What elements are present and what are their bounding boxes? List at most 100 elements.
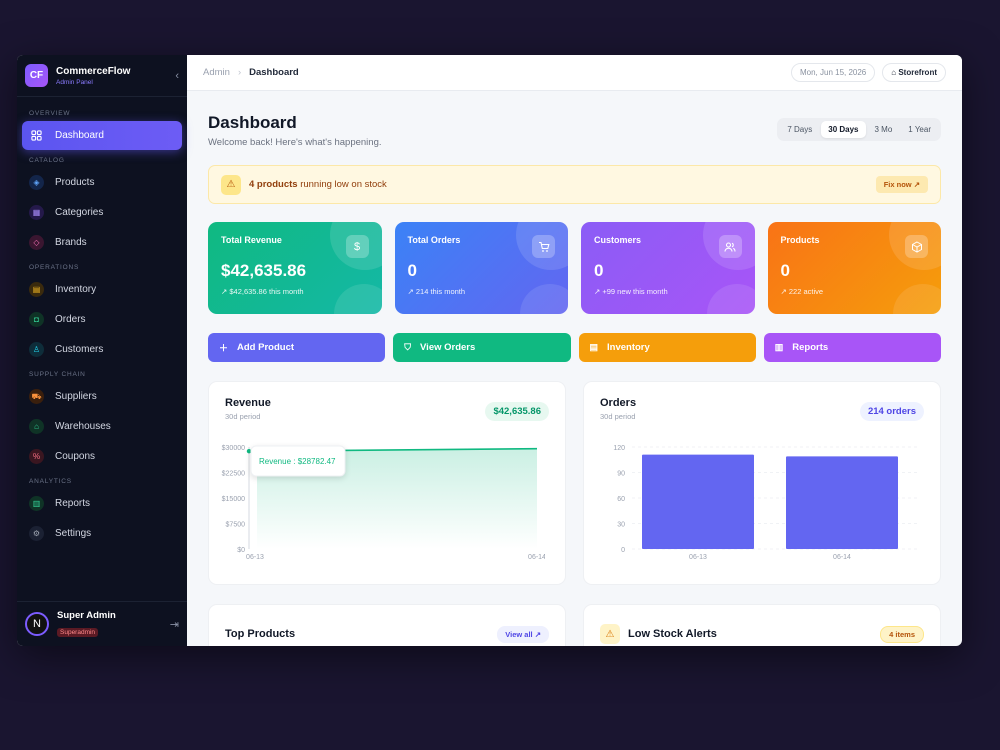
sidebar-item-label: Suppliers bbox=[55, 391, 97, 402]
low-stock-panel: ⚠ Low Stock Alerts 4 items bbox=[583, 604, 941, 646]
chart-tooltip: Revenue : $28782.47 bbox=[250, 445, 346, 477]
sidebar-item-reports[interactable]: ▥ Reports bbox=[22, 489, 182, 518]
brand-logo: CF bbox=[25, 64, 48, 87]
top-products-title: Top Products bbox=[225, 628, 296, 640]
sidebar-item-label: Products bbox=[55, 177, 95, 188]
user-name: Super Admin bbox=[57, 609, 116, 621]
percent-icon: % bbox=[29, 449, 44, 464]
sidebar-item-orders[interactable]: ◘ Orders bbox=[22, 305, 182, 334]
orders-bar bbox=[786, 456, 898, 549]
orders-panel: Orders 30d period 214 orders 0 30 60 90 120 0… bbox=[583, 381, 941, 585]
x-tick-label: 06-14 bbox=[833, 554, 851, 561]
topbar: Admin › Dashboard Mon, Jun 15, 2026 ⌂ St… bbox=[187, 55, 962, 91]
reports-button[interactable]: ▥ Reports bbox=[763, 333, 941, 362]
add-product-button[interactable]: ＋ Add Product bbox=[208, 333, 386, 362]
breadcrumb-admin[interactable]: Admin bbox=[203, 67, 230, 78]
stat-card-products[interactable]: Products 0 ↗ 222 active bbox=[767, 222, 941, 314]
sidebar-item-brands[interactable]: ◇ Brands bbox=[22, 228, 182, 257]
sidebar-item-label: Reports bbox=[55, 498, 91, 509]
brand: CF CommerceFlow Admin Panel ‹ bbox=[17, 55, 187, 97]
bar-chart-icon: ▥ bbox=[774, 342, 784, 352]
date-display: Mon, Jun 15, 2026 bbox=[790, 63, 876, 82]
sidebar-item-settings[interactable]: ⚙ Settings bbox=[22, 519, 182, 548]
y-tick-label: 120 bbox=[613, 445, 625, 452]
section-operations: OPERATIONS bbox=[29, 264, 80, 271]
sidebar-item-label: Coupons bbox=[55, 451, 96, 462]
section-catalog: CATALOG bbox=[29, 157, 65, 164]
logout-icon[interactable]: ⇥ bbox=[170, 618, 179, 631]
sidebar-item-suppliers[interactable]: ⛟ Suppliers bbox=[22, 382, 182, 411]
bottom-row: Top Products View all ↗ ⚠ Low Stock Aler… bbox=[208, 604, 941, 646]
top-products-panel: Top Products View all ↗ bbox=[208, 604, 566, 646]
sidebar-item-dashboard[interactable]: Dashboard bbox=[22, 121, 182, 150]
app-window: CF CommerceFlow Admin Panel ‹ OVERVIEW D… bbox=[17, 55, 962, 646]
warning-icon: ⚠ bbox=[600, 624, 620, 644]
revenue-panel: Revenue 30d period $42,635.86 $0 $7500 $15… bbox=[208, 381, 566, 585]
alert-count: 4 products bbox=[249, 179, 298, 190]
users-icon bbox=[718, 235, 742, 258]
package-icon bbox=[905, 235, 928, 258]
orders-chart[interactable]: 0 30 60 90 120 06-13 06-14 bbox=[594, 439, 920, 569]
y-tick-label: 30 bbox=[617, 522, 625, 529]
orders-bar bbox=[642, 454, 754, 549]
main-area: Admin › Dashboard Mon, Jun 15, 2026 ⌂ St… bbox=[187, 55, 962, 646]
low-stock-alert-banner: ⚠ 4 products running low on stock Fix no… bbox=[208, 165, 941, 204]
tag-icon: ◇ bbox=[29, 235, 44, 250]
stat-card-orders[interactable]: Total Orders 0 ↗ 214 this month bbox=[394, 222, 568, 314]
breadcrumb-current: Dashboard bbox=[249, 67, 299, 78]
sidebar-item-warehouses[interactable]: ⌂ Warehouses bbox=[22, 412, 182, 441]
range-1-year[interactable]: 1 Year bbox=[901, 121, 938, 138]
orders-total-badge: 214 orders bbox=[859, 402, 924, 421]
sidebar-item-inventory[interactable]: ▤ Inventory bbox=[22, 275, 182, 304]
plus-icon: ＋ bbox=[219, 343, 229, 353]
truck-icon: ⛟ bbox=[29, 389, 44, 404]
add-product-label: Add Product bbox=[237, 342, 295, 353]
charts-row: Revenue 30d period $42,635.86 $0 $7500 $15… bbox=[208, 381, 941, 585]
box-icon: ◈ bbox=[29, 175, 44, 190]
sidebar-item-label: Dashboard bbox=[55, 130, 104, 141]
stat-card-customers[interactable]: Customers 0 ↗ +99 new this month bbox=[581, 222, 755, 314]
sidebar-item-products[interactable]: ◈ Products bbox=[22, 168, 182, 197]
view-all-button[interactable]: View all ↗ bbox=[497, 625, 549, 643]
users-icon: ♙ bbox=[29, 342, 44, 357]
brand-subtitle: Admin Panel bbox=[56, 78, 93, 86]
reports-label: Reports bbox=[792, 342, 829, 353]
y-tick-label: $7500 bbox=[226, 522, 246, 529]
stat-sub: ↗ 222 active bbox=[780, 287, 824, 296]
range-30-days[interactable]: 30 Days bbox=[821, 121, 866, 138]
y-tick-label: $15000 bbox=[222, 496, 245, 503]
y-tick-label: $22500 bbox=[222, 471, 245, 478]
collapse-sidebar-icon[interactable]: ‹ bbox=[175, 70, 179, 82]
low-stock-count-badge: 4 items bbox=[880, 625, 924, 643]
shopping-bag-icon: ◘ bbox=[29, 312, 44, 327]
sidebar-item-coupons[interactable]: % Coupons bbox=[22, 442, 182, 471]
stat-sub: ↗ 214 this month bbox=[407, 287, 466, 296]
stats-row: Total Revenue $42,635.86 ↗ $42,635.86 th… bbox=[208, 222, 941, 314]
user-profile[interactable]: N Super Admin Superadmin ⇥ bbox=[17, 601, 187, 646]
brand-name: CommerceFlow bbox=[56, 65, 131, 77]
sidebar-item-label: Customers bbox=[55, 344, 104, 355]
sidebar-item-categories[interactable]: ▦ Categories bbox=[22, 198, 182, 227]
avatar: N bbox=[25, 612, 49, 636]
revenue-chart[interactable]: $0 $7500 $15000 $22500 $30000 06-13 06-14 Reven… bbox=[219, 439, 545, 569]
inventory-label: Inventory bbox=[607, 342, 650, 353]
stat-card-revenue[interactable]: Total Revenue $42,635.86 ↗ $42,635.86 th… bbox=[208, 222, 382, 314]
inventory-button[interactable]: ▤ Inventory bbox=[578, 333, 756, 362]
warning-icon: ⚠ bbox=[221, 174, 241, 195]
factory-icon: ⌂ bbox=[29, 419, 44, 434]
x-tick-label: 06-13 bbox=[246, 554, 264, 561]
storefront-button[interactable]: ⌂ Storefront bbox=[882, 63, 946, 82]
sidebar-item-label: Warehouses bbox=[55, 421, 111, 432]
view-orders-button[interactable]: ⛉ View Orders bbox=[393, 333, 571, 362]
user-role-badge: Superadmin bbox=[57, 627, 99, 637]
stat-sub: ↗ +99 new this month bbox=[594, 287, 668, 296]
sidebar-item-customers[interactable]: ♙ Customers bbox=[22, 335, 182, 364]
x-tick-label: 06-14 bbox=[528, 554, 545, 561]
range-3-months[interactable]: 3 Mo bbox=[868, 121, 900, 138]
grid-icon: ▦ bbox=[29, 205, 44, 220]
fix-now-button[interactable]: Fix now ↗ bbox=[875, 176, 928, 193]
section-analytics: ANALYTICS bbox=[29, 478, 72, 485]
dollar-icon: $ bbox=[345, 235, 369, 258]
range-7-days[interactable]: 7 Days bbox=[780, 121, 819, 138]
section-supply-chain: SUPPLY CHAIN bbox=[29, 371, 86, 378]
